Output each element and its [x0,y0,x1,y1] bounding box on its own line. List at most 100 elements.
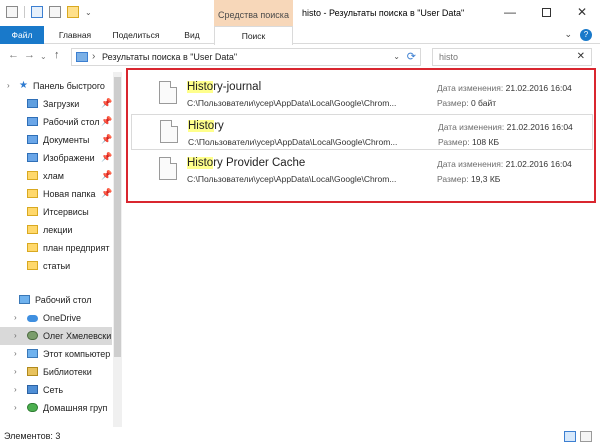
nav-item-label: Этот компьютер [43,349,111,359]
clear-search-icon[interactable]: ✕ [577,51,585,62]
maximize-icon [541,8,551,18]
desktop-icon [27,117,38,126]
items-count: Элементов: 3 [4,431,61,441]
pin-icon[interactable]: 📌 [101,116,112,127]
expand-ribbon-chevron-icon[interactable]: ⌄ [564,29,572,41]
navigation-pane: › ★ Панель быстрого Загрузки 📌 Рабочий с… [0,72,122,427]
new-folder-icon[interactable] [67,6,79,18]
refresh-icon[interactable]: ⟳ [407,50,416,63]
help-icon[interactable]: ? [580,29,592,41]
tab-share[interactable]: Поделиться [104,26,168,44]
size-label: Размер: [438,137,470,147]
nav-item-label: Рабочий стол [43,117,100,127]
pin-icon[interactable]: 📌 [101,98,112,109]
file-name: History Provider Cache [187,157,305,169]
file-path: C:\Пользователи\усер\AppData\Local\Googl… [187,98,397,108]
modified-date: Дата изменения: 21.02.2016 16:04 [438,122,573,132]
back-button[interactable]: ← [8,49,19,61]
nav-item-onedrive[interactable]: › OneDrive [0,309,112,327]
nav-item-homegroup[interactable]: › Домашняя груп [0,399,112,417]
forward-button[interactable]: → [24,49,35,61]
search-tools-context-title: Средства поиска [214,0,293,26]
nav-item-pictures[interactable]: Изображени 📌 [0,149,112,167]
list-item[interactable]: History C:\Пользователи\усер\AppData\Loc… [131,114,593,150]
tab-view[interactable]: Вид [172,26,212,44]
maximize-button[interactable] [528,0,564,24]
expander-icon[interactable]: › [14,313,17,322]
nav-item-folder-articles[interactable]: статьи [0,257,112,275]
nav-item-desktop[interactable]: Рабочий стол 📌 [0,113,112,131]
expander-icon[interactable]: › [14,349,17,358]
expander-icon[interactable]: › [7,81,10,90]
address-history-chevron-icon[interactable]: ⌄ [393,52,400,61]
up-button[interactable]: ↑ [54,49,60,61]
nav-item-desktop-root[interactable]: Рабочий стол [0,291,112,309]
customize-toolbar-chevron-icon[interactable]: ⌄ [85,8,92,17]
nav-item-label: Домашняя груп [43,403,108,413]
libraries-icon [27,367,38,376]
nav-item-label: Загрузки [43,99,80,109]
file-name-rest: ry [214,120,224,132]
ribbon-tabs: Файл Главная Поделиться Вид Поиск ⌄ ? [0,26,600,45]
minimize-button[interactable]: — [492,0,528,24]
file-name: History [188,120,224,132]
breadcrumb[interactable]: Результаты поиска в "User Data" [102,52,237,62]
nav-item-libraries[interactable]: › Библиотеки [0,363,112,381]
breadcrumb-separator-icon[interactable]: › [92,51,95,62]
expander-icon[interactable]: › [14,331,17,340]
file-path: C:\Пользователи\усер\AppData\Local\Googl… [188,137,398,147]
folder-icon [27,225,38,234]
nav-item-label: Панель быстрого [33,81,105,91]
new-file-icon[interactable] [49,6,61,18]
nav-scrollbar-thumb[interactable] [114,77,121,357]
modified-date: Дата изменения: 21.02.2016 16:04 [437,83,572,93]
search-box[interactable]: ✕ [432,48,592,66]
file-size: Размер: 0 байт [437,98,496,108]
tab-home[interactable]: Главная [48,26,102,44]
address-bar[interactable]: › Результаты поиска в "User Data" ⌄ ⟳ [71,48,421,66]
search-match-highlight: Histo [188,120,215,132]
nav-item-folder-plan[interactable]: план предприят [0,239,112,257]
expander-icon[interactable]: › [14,403,17,412]
list-item[interactable]: History Provider Cache C:\Пользователи\у… [131,152,593,188]
pin-icon[interactable]: 📌 [101,170,112,181]
status-bar: Элементов: 3 [0,427,600,447]
expander-icon[interactable]: › [14,385,17,394]
modified-date: Дата изменения: 21.02.2016 16:04 [437,159,572,169]
tab-search[interactable]: Поиск [214,26,293,45]
file-name-rest: ry-journal [213,81,262,93]
nav-item-folder-itservices[interactable]: Итсервисы [0,203,112,221]
nav-item-label: план предприят [43,243,110,253]
large-icons-view-icon[interactable] [580,431,592,442]
file-size: Размер: 108 КБ [438,137,499,147]
modified-label: Дата изменения: [437,159,504,169]
search-input[interactable] [439,51,569,63]
tab-file[interactable]: Файл [0,26,44,44]
size-value: 19,3 КБ [470,174,501,184]
nav-item-user[interactable]: › Олег Хмелевски [0,327,112,345]
list-item[interactable]: History-journal C:\Пользователи\усер\App… [131,76,593,112]
nav-scrollbar[interactable] [113,72,122,427]
expander-icon[interactable]: › [14,367,17,376]
nav-item-folder-lectures[interactable]: лекции [0,221,112,239]
close-button[interactable]: ✕ [564,0,600,24]
toolbar-separator [24,6,25,18]
nav-item-documents[interactable]: Документы 📌 [0,131,112,149]
nav-item-label: Итсервисы [43,207,89,217]
nav-item-quick-access[interactable]: › ★ Панель быстрого [0,77,112,95]
pin-icon[interactable]: 📌 [101,152,112,163]
nav-item-downloads[interactable]: Загрузки 📌 [0,95,112,113]
search-results-icon [76,52,88,62]
pin-icon[interactable]: 📌 [101,134,112,145]
pin-icon[interactable]: 📌 [101,188,112,199]
address-row: ← → ⌄ ↑ › Результаты поиска в "User Data… [0,45,600,69]
app-icon[interactable] [6,6,18,18]
properties-icon[interactable] [31,6,43,18]
quick-access-toolbar: ⌄ [6,6,92,18]
nav-item-folder-hlam[interactable]: хлам 📌 [0,167,112,185]
details-view-icon[interactable] [564,431,576,442]
recent-locations-chevron-icon[interactable]: ⌄ [40,52,47,61]
nav-item-network[interactable]: › Сеть [0,381,112,399]
nav-item-folder-new[interactable]: Новая папка 📌 [0,185,112,203]
nav-item-this-pc[interactable]: › Этот компьютер [0,345,112,363]
